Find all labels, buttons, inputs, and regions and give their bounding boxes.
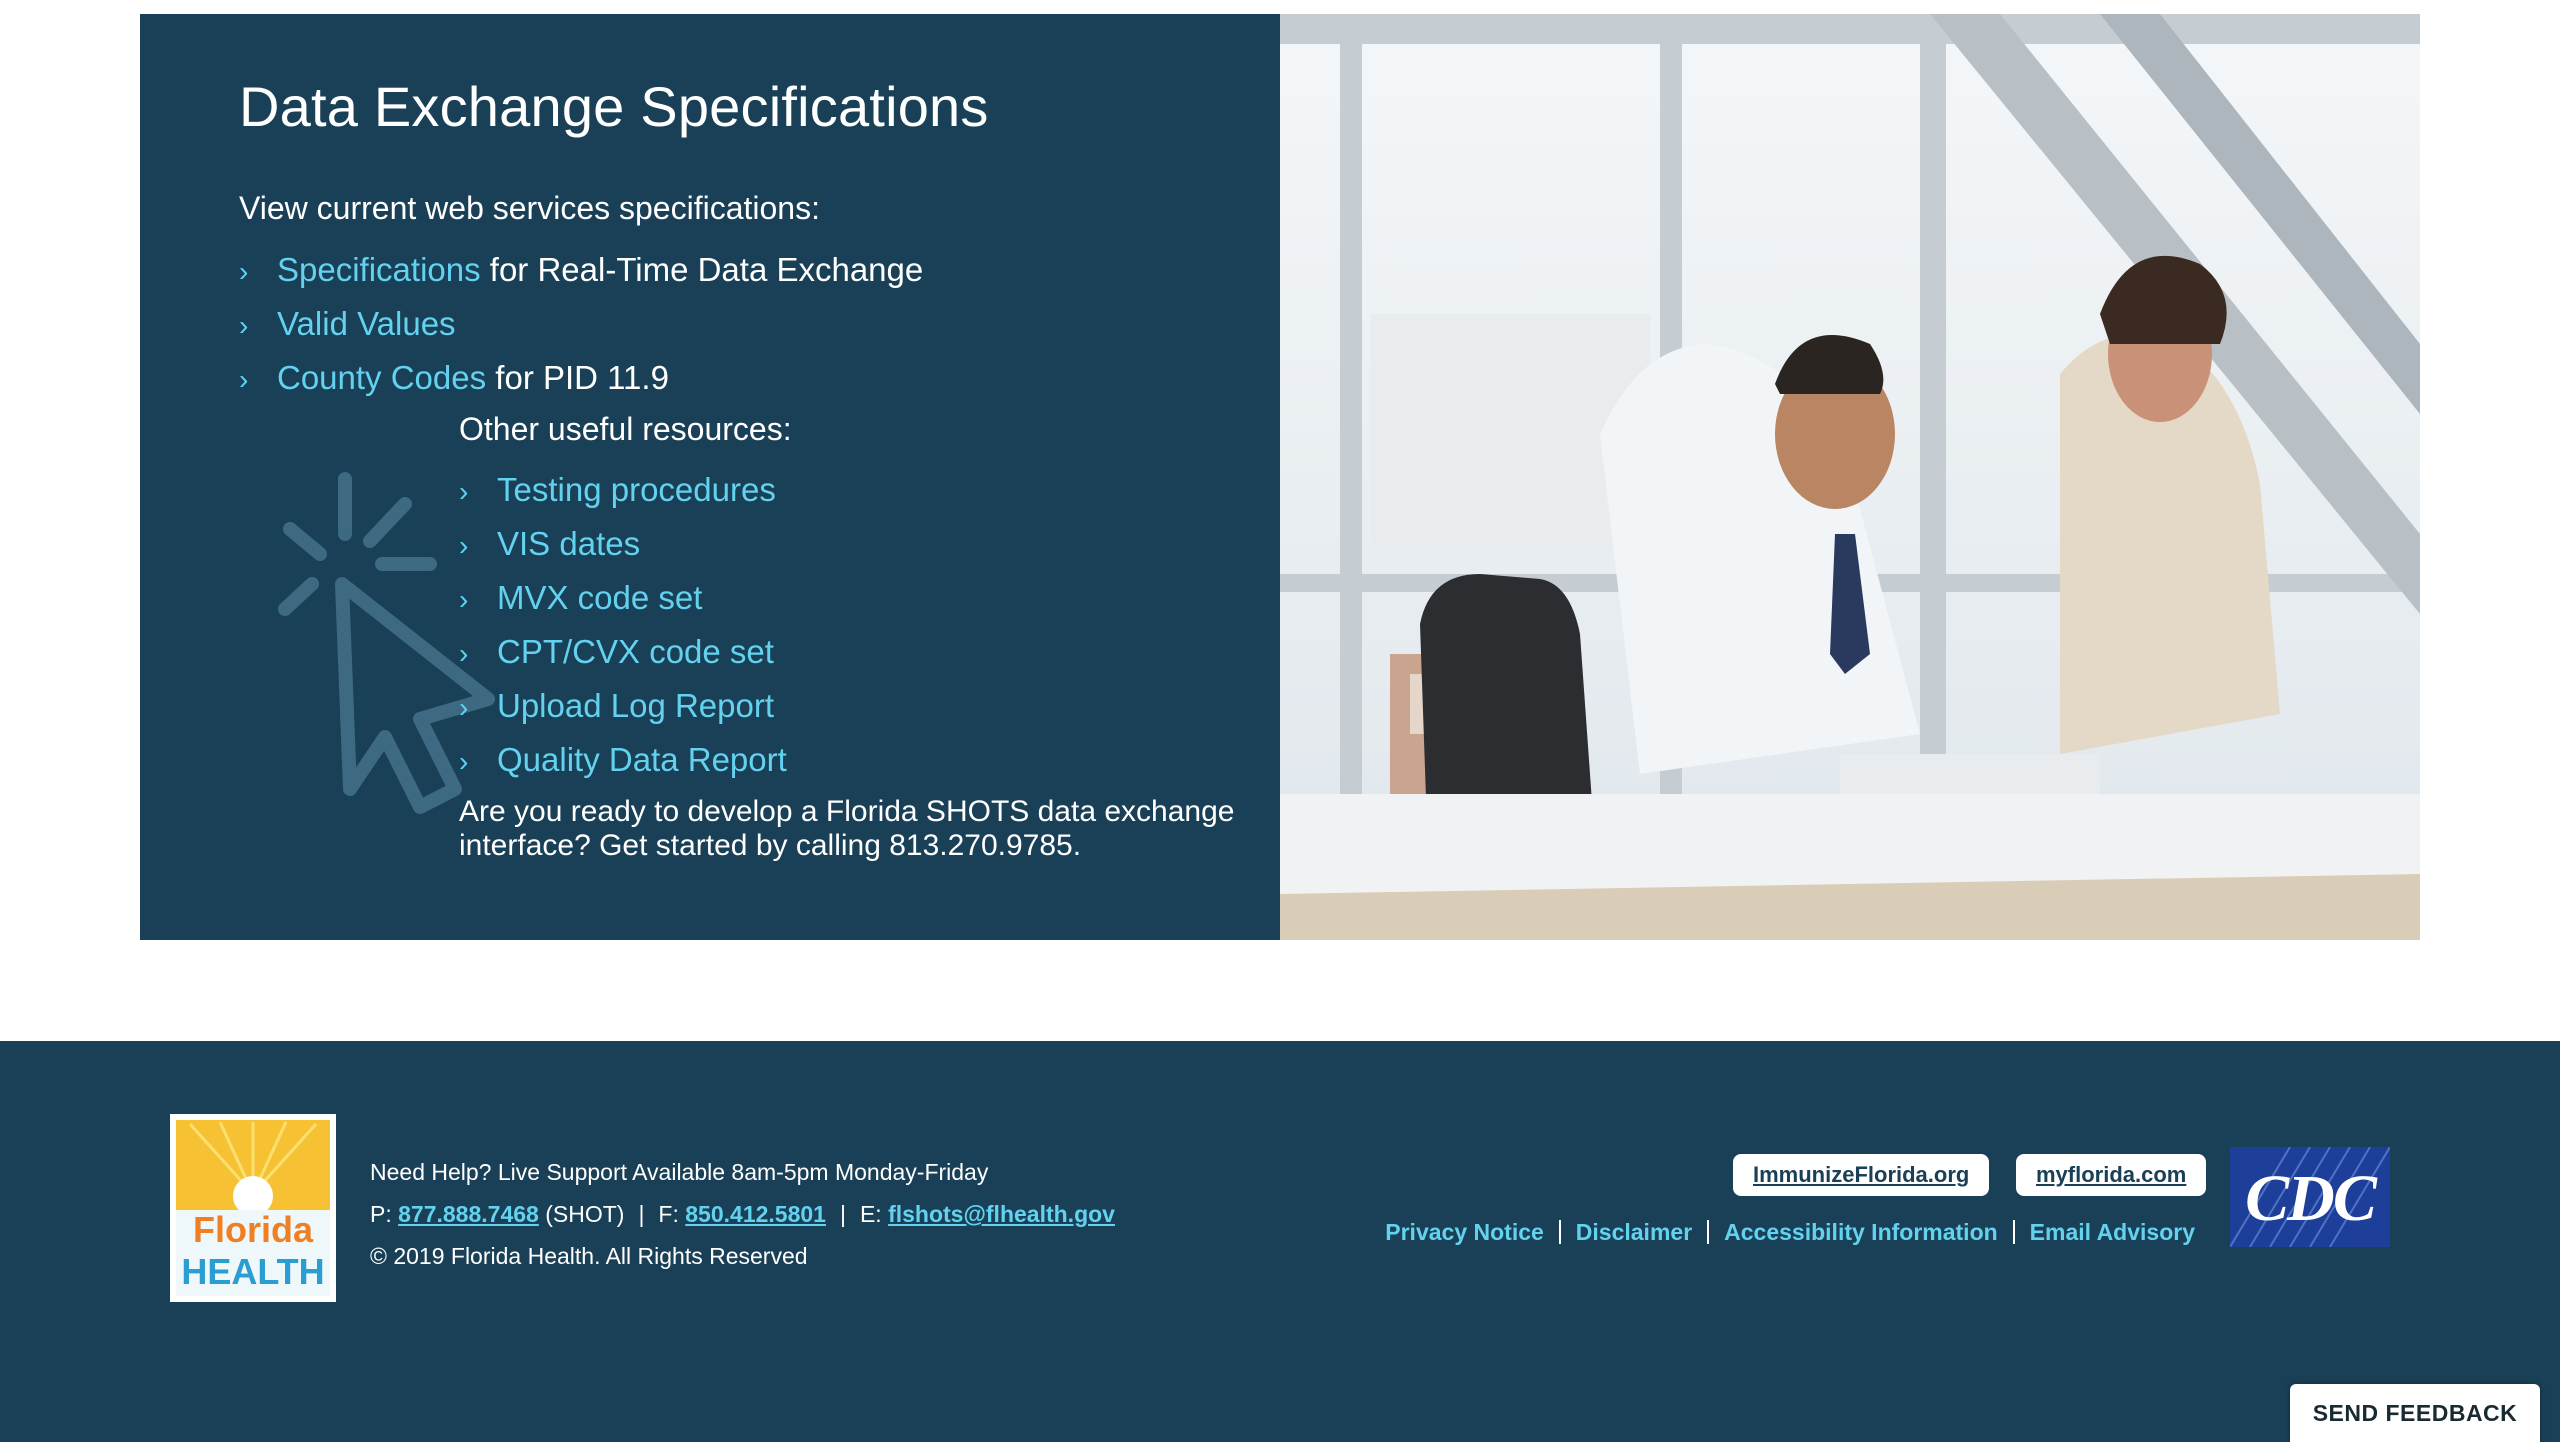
chevron-right-icon: ›	[459, 584, 469, 615]
list-item: › Specifications for Real-Time Data Excha…	[239, 243, 923, 297]
privacy-notice-link[interactable]: Privacy Notice	[1385, 1219, 1544, 1245]
logo-word-health: HEALTH	[181, 1251, 324, 1292]
specs-panel: Data Exchange Specifications View curren…	[140, 14, 1280, 940]
contact-line: P: 877.888.7468 (SHOT) | F: 850.412.5801 | E…	[370, 1193, 1115, 1235]
other-resources-list: › Testing procedures › VIS dates › MVX code…	[459, 463, 787, 787]
divider	[1707, 1220, 1710, 1244]
upload-log-report-link[interactable]: Upload Log Report	[497, 687, 774, 724]
divider	[2012, 1220, 2015, 1244]
list-item: › Quality Data Report	[459, 733, 787, 787]
disclaimer-link[interactable]: Disclaimer	[1576, 1219, 1692, 1245]
chevron-right-icon: ›	[459, 476, 469, 507]
copyright-text: © 2019 Florida Health. All Rights Reserv…	[370, 1243, 808, 1269]
list-item: › County Codes for PID 11.9	[239, 351, 923, 405]
quality-data-report-link[interactable]: Quality Data Report	[497, 741, 787, 778]
link-suffix: for Real-Time Data Exchange	[480, 251, 924, 288]
separator: |	[638, 1201, 645, 1227]
chevron-right-icon: ›	[239, 364, 249, 395]
link-suffix: for PID 11.9	[486, 359, 669, 396]
phone-label: P:	[370, 1201, 392, 1227]
other-resources-heading: Other useful resources:	[459, 411, 792, 447]
send-feedback-button[interactable]: SEND FEEDBACK	[2290, 1384, 2540, 1442]
email-label: E:	[859, 1201, 882, 1227]
florida-health-logo[interactable]: Florida HEALTH	[170, 1114, 336, 1302]
chevron-right-icon: ›	[459, 638, 469, 669]
page-title: Data Exchange Specifications	[239, 75, 989, 138]
email-advisory-link[interactable]: Email Advisory	[2030, 1219, 2195, 1245]
mvx-code-set-link[interactable]: MVX code set	[497, 579, 702, 616]
county-codes-link[interactable]: County Codes	[277, 359, 486, 396]
phone-suffix: (SHOT)	[545, 1201, 625, 1227]
phone-link[interactable]: 877.888.7468	[398, 1201, 539, 1227]
vis-dates-link[interactable]: VIS dates	[497, 525, 640, 562]
immunize-florida-button[interactable]: ImmunizeFlorida.org	[1733, 1154, 1990, 1196]
chevron-right-icon: ›	[239, 310, 249, 341]
support-hours-text: Need Help? Live Support Available 8am-5p…	[370, 1159, 989, 1185]
list-item: › Upload Log Report	[459, 679, 787, 733]
office-photo	[1280, 14, 2420, 940]
chevron-right-icon: ›	[239, 256, 249, 287]
fax-link[interactable]: 850.412.5801	[685, 1201, 826, 1227]
florida-health-logo-image: Florida HEALTH	[176, 1120, 330, 1296]
call-to-action-text: Are you ready to develop a Florida SHOTS…	[459, 795, 1235, 862]
contact-info: Need Help? Live Support Available 8am-5p…	[370, 1151, 1115, 1277]
separator: |	[839, 1201, 846, 1227]
spec-link-list: › Specifications for Real-Time Data Excha…	[239, 243, 923, 405]
email-link[interactable]: flshots@flhealth.gov	[888, 1201, 1115, 1227]
chevron-right-icon: ›	[459, 692, 469, 723]
list-item: › VIS dates	[459, 517, 787, 571]
intro-text: View current web services specifications…	[239, 190, 820, 226]
myflorida-button[interactable]: myflorida.com	[2016, 1154, 2207, 1196]
valid-values-link[interactable]: Valid Values	[277, 305, 456, 342]
cdc-logo-text: CDC	[2245, 1162, 2377, 1235]
list-item: › CPT/CVX code set	[459, 625, 787, 679]
list-item: › Valid Values	[239, 297, 923, 351]
chevron-right-icon: ›	[459, 746, 469, 777]
cpt-cvx-code-set-link[interactable]: CPT/CVX code set	[497, 633, 774, 670]
fax-label: F:	[658, 1201, 679, 1227]
hero-section: Data Exchange Specifications View curren…	[140, 14, 2420, 940]
accessibility-link[interactable]: Accessibility Information	[1724, 1219, 1998, 1245]
list-item: › Testing procedures	[459, 463, 787, 517]
divider	[1558, 1220, 1561, 1244]
cdc-logo[interactable]: CDC	[2230, 1147, 2390, 1247]
testing-procedures-link[interactable]: Testing procedures	[497, 471, 776, 508]
policy-links: Privacy Notice Disclaimer Accessibility In…	[1385, 1219, 2195, 1246]
list-item: › MVX code set	[459, 571, 787, 625]
specifications-link[interactable]: Specifications	[277, 251, 481, 288]
office-photo-illustration	[1280, 14, 2420, 940]
logo-word-florida: Florida	[193, 1209, 314, 1250]
chevron-right-icon: ›	[459, 530, 469, 561]
site-footer: Florida HEALTH Need Help? Live Support A…	[0, 1041, 2560, 1442]
